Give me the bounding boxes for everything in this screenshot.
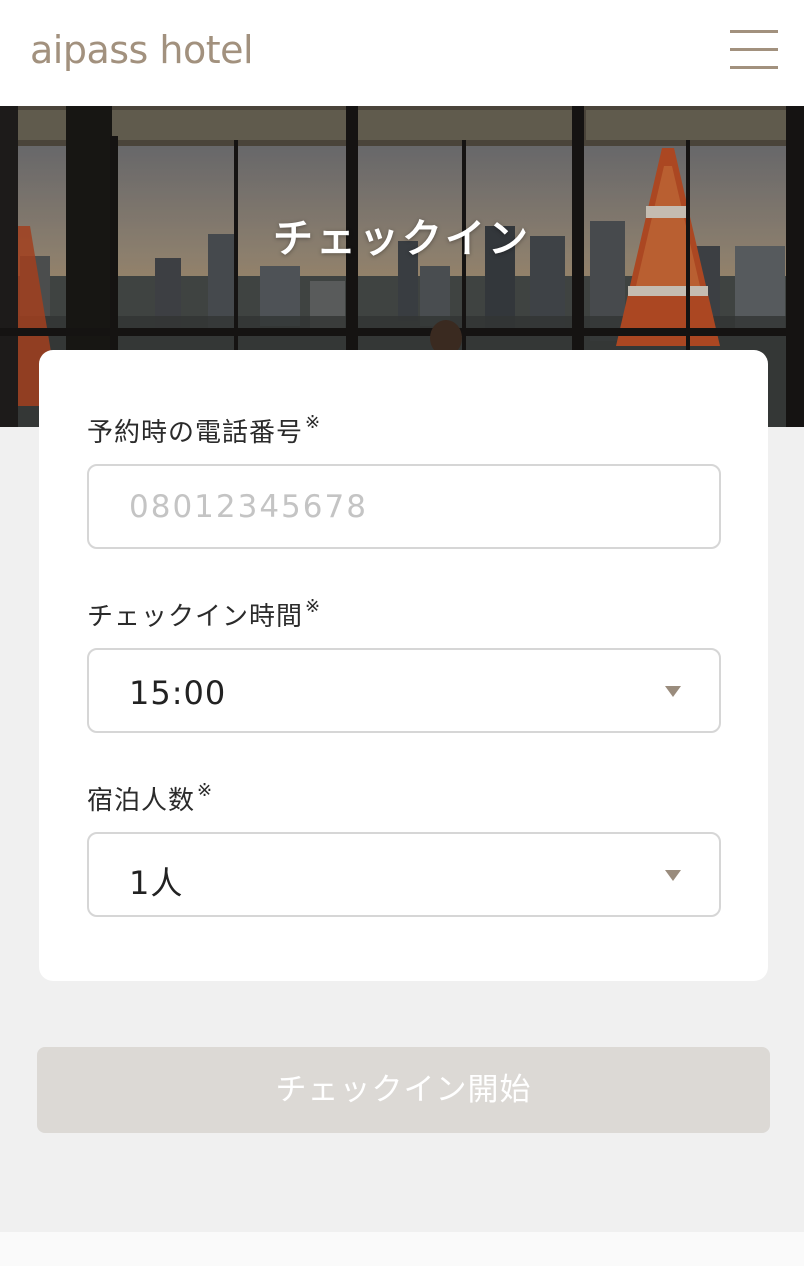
checkin-time-label: チェックイン時間 ※ bbox=[87, 596, 321, 633]
guests-select[interactable]: 1人 bbox=[87, 832, 721, 917]
required-mark: ※ bbox=[305, 412, 322, 433]
caret-down-icon bbox=[665, 686, 681, 697]
phone-label: 予約時の電話番号 ※ bbox=[87, 412, 321, 449]
phone-input[interactable] bbox=[89, 466, 719, 547]
phone-input-box[interactable] bbox=[87, 464, 721, 549]
app-header: aipass hotel bbox=[0, 0, 804, 106]
checkin-form-card: 予約時の電話番号※ チェックイン時間※ 15:00 宿泊人数※ 1人 bbox=[39, 350, 768, 981]
guests-label: 宿泊人数 ※ bbox=[87, 780, 213, 817]
hamburger-menu-icon[interactable] bbox=[726, 26, 780, 74]
hotel-logo[interactable]: aipass hotel bbox=[30, 28, 254, 72]
guests-value: 1人 bbox=[129, 864, 184, 902]
phone-label-text: 予約時の電話番号 bbox=[87, 418, 304, 448]
required-mark: ※ bbox=[197, 780, 214, 801]
caret-down-icon bbox=[665, 870, 681, 881]
checkin-time-select[interactable]: 15:00 bbox=[87, 648, 721, 733]
checkin-time-value: 15:00 bbox=[129, 674, 227, 712]
footer-strip bbox=[0, 1232, 804, 1266]
guests-label-text: 宿泊人数 bbox=[87, 786, 196, 816]
checkin-time-label-text: チェックイン時間 bbox=[87, 602, 304, 632]
start-checkin-button[interactable]: チェックイン開始 bbox=[37, 1047, 770, 1133]
page-title: チェックイン bbox=[273, 216, 531, 262]
required-mark: ※ bbox=[305, 596, 322, 617]
